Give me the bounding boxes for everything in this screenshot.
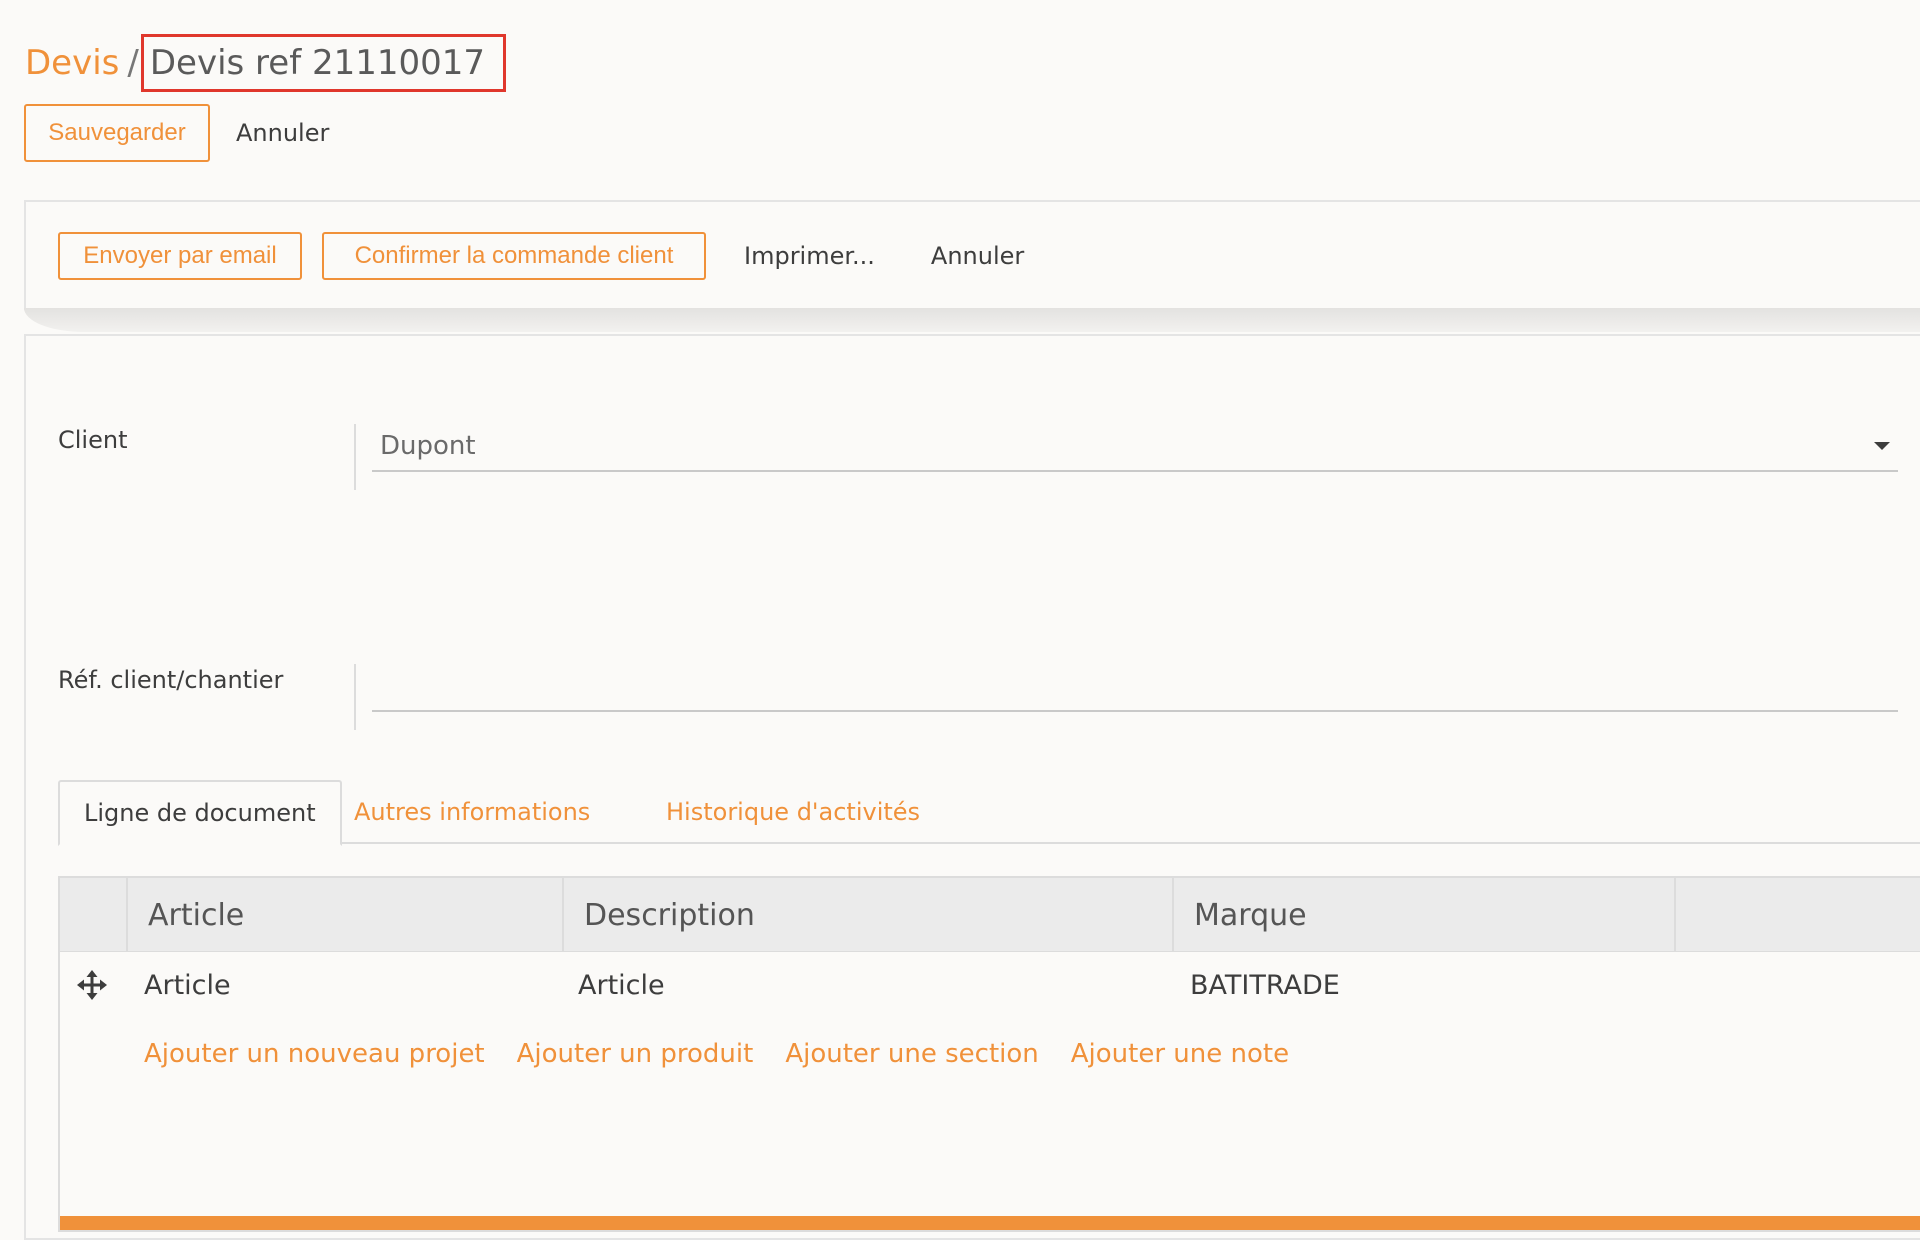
client-label: Client bbox=[58, 426, 128, 454]
statusbar-actions: Envoyer par email Confirmer la commande … bbox=[58, 232, 1024, 280]
caret-down-icon[interactable] bbox=[1874, 442, 1890, 450]
table-footer-bar bbox=[60, 1216, 1920, 1230]
reference-input[interactable] bbox=[372, 662, 1898, 712]
add-project-link[interactable]: Ajouter un nouveau projet bbox=[144, 1039, 485, 1069]
column-header-description[interactable]: Description bbox=[562, 878, 1172, 952]
reference-label: Réf. client/chantier bbox=[58, 666, 284, 694]
cancel-quote-button[interactable]: Annuler bbox=[931, 242, 1024, 270]
field-separator bbox=[354, 424, 356, 490]
control-panel-buttons: Sauvegarder Annuler bbox=[24, 104, 329, 162]
tab-document-lines[interactable]: Ligne de document bbox=[58, 780, 342, 846]
column-header-extra bbox=[1674, 878, 1920, 952]
breadcrumb-root-link[interactable]: Devis bbox=[25, 43, 119, 83]
add-product-link[interactable]: Ajouter un produit bbox=[517, 1039, 754, 1069]
statusbar: Envoyer par email Confirmer la commande … bbox=[24, 200, 1920, 310]
table-header: Article Description Marque bbox=[60, 878, 1920, 952]
notebook-tabs: Ligne de document Autres informations Hi… bbox=[58, 780, 1920, 846]
column-header-brand[interactable]: Marque bbox=[1172, 878, 1674, 952]
cell-description: Article bbox=[578, 969, 665, 1001]
sheet-shadow bbox=[24, 308, 1920, 332]
add-section-link[interactable]: Ajouter une section bbox=[785, 1039, 1038, 1069]
tab-other-info[interactable]: Autres informations bbox=[354, 780, 590, 844]
add-note-link[interactable]: Ajouter une note bbox=[1071, 1039, 1289, 1069]
client-select[interactable]: Dupont bbox=[372, 422, 1898, 472]
send-by-email-button[interactable]: Envoyer par email bbox=[58, 232, 302, 280]
field-separator bbox=[354, 664, 356, 730]
cell-article: Article bbox=[144, 969, 231, 1001]
breadcrumb-separator: / bbox=[127, 43, 139, 83]
breadcrumb-current-record: Devis ref 21110017 bbox=[140, 34, 507, 92]
confirm-order-button[interactable]: Confirmer la commande client bbox=[322, 232, 706, 280]
move-arrows-icon[interactable] bbox=[76, 969, 108, 1001]
table-row[interactable]: Article Article BATITRADE bbox=[60, 954, 1920, 1016]
tab-activity-history[interactable]: Historique d'activités bbox=[666, 780, 920, 844]
add-line-links: Ajouter un nouveau projet Ajouter un pro… bbox=[144, 1032, 1321, 1076]
column-header-article[interactable]: Article bbox=[126, 878, 562, 952]
form-sheet: Client Dupont Réf. client/chantier Ligne… bbox=[24, 334, 1920, 1240]
print-button[interactable]: Imprimer... bbox=[744, 242, 875, 270]
discard-button[interactable]: Annuler bbox=[236, 119, 329, 147]
document-lines-table: Article Description Marque Article Artic… bbox=[58, 876, 1920, 1232]
save-button[interactable]: Sauvegarder bbox=[24, 104, 210, 162]
client-value: Dupont bbox=[380, 431, 476, 461]
cell-brand: BATITRADE bbox=[1190, 969, 1340, 1001]
breadcrumb: Devis / Devis ref 21110017 bbox=[25, 32, 507, 94]
